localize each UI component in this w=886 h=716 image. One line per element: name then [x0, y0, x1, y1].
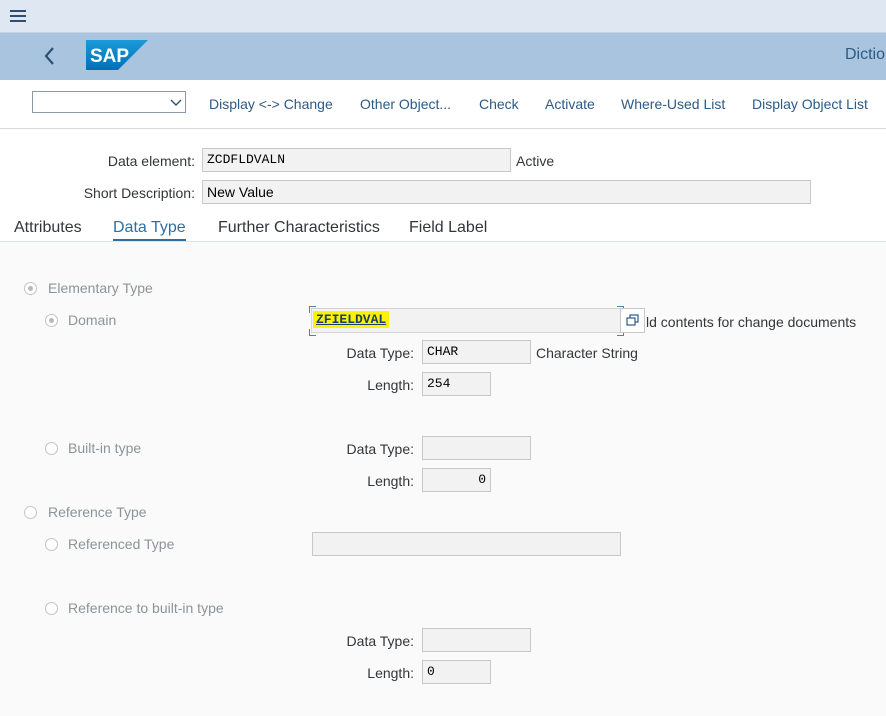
command-field[interactable] — [32, 91, 186, 113]
tab-field-label[interactable]: Field Label — [409, 219, 487, 237]
data-element-field[interactable]: ZCDFLDVALN — [202, 148, 511, 172]
where-used-list-button[interactable]: Where-Used List — [621, 96, 725, 112]
ref-datatype-label: Data Type: — [346, 633, 414, 649]
ref-length-label: Length: — [367, 665, 414, 681]
builtin-type-radio[interactable] — [45, 442, 58, 455]
domain-description: ld contents for change documents — [646, 314, 857, 330]
status-text: Active — [516, 153, 555, 169]
elementary-type-radio[interactable] — [24, 282, 37, 295]
focus-corner — [309, 306, 316, 313]
value-help-icon[interactable] — [620, 308, 645, 333]
tab-data-type[interactable]: Data Type — [113, 219, 186, 237]
elementary-type-label: Elementary Type — [48, 280, 153, 296]
domain-datatype-field[interactable]: CHAR — [422, 340, 531, 364]
focus-corner — [309, 329, 316, 336]
builtin-length-field[interactable]: 0 — [422, 468, 491, 492]
sap-logo-text: SAP — [90, 46, 129, 67]
builtin-length-label: Length: — [367, 473, 414, 489]
domain-datatype-label: Data Type: — [346, 345, 414, 361]
builtin-datatype-field[interactable] — [422, 436, 531, 460]
display-object-list-button[interactable]: Display Object List — [752, 96, 868, 112]
chevron-down-icon[interactable] — [170, 95, 182, 107]
referenced-type-label: Referenced Type — [68, 536, 175, 552]
domain-value[interactable]: ZFIELDVAL — [313, 311, 390, 328]
domain-length-label: Length: — [367, 377, 414, 393]
short-description-label: Short Description: — [83, 185, 195, 201]
short-description-field[interactable]: New Value — [202, 180, 811, 204]
activate-button[interactable]: Activate — [545, 96, 595, 112]
ref-builtin-label: Reference to built-in type — [68, 600, 224, 616]
reference-type-label: Reference Type — [48, 504, 147, 520]
ref-datatype-field[interactable] — [422, 628, 531, 652]
menu-bar — [0, 0, 886, 33]
tab-further-characteristics[interactable]: Further Characteristics — [218, 219, 380, 237]
referenced-type-field[interactable] — [312, 532, 621, 556]
domain-radio[interactable] — [45, 314, 58, 327]
domain-label: Domain — [68, 312, 117, 328]
domain-length-field[interactable]: 254 — [422, 372, 491, 396]
builtin-type-label: Built-in type — [68, 440, 142, 456]
ref-length-field[interactable]: 0 — [422, 660, 491, 684]
data-element-label: Data element: — [107, 153, 195, 169]
display-change-button[interactable]: Display <-> Change — [209, 96, 333, 112]
ref-builtin-radio[interactable] — [45, 602, 58, 615]
menu-icon[interactable] — [10, 10, 26, 22]
tab-attributes[interactable]: Attributes — [14, 219, 82, 237]
check-button[interactable]: Check — [479, 96, 519, 112]
reference-type-radio[interactable] — [24, 506, 37, 519]
other-object-button[interactable]: Other Object... — [360, 96, 451, 112]
back-icon[interactable] — [40, 44, 60, 68]
referenced-type-radio[interactable] — [45, 538, 58, 551]
domain-datatype-desc: Character String — [536, 345, 638, 361]
builtin-datatype-label: Data Type: — [346, 441, 414, 457]
sap-logo: SAP — [86, 40, 148, 70]
app-title: Dictio — [845, 46, 886, 63]
